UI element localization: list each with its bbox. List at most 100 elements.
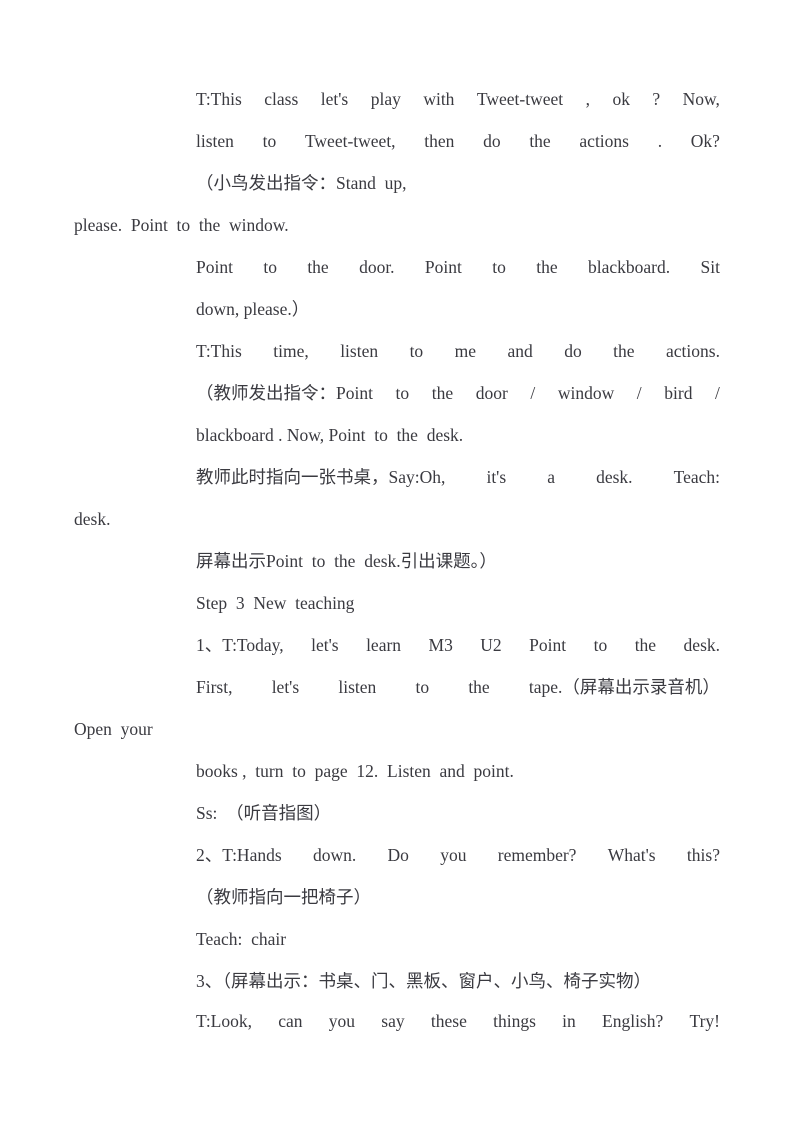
- text-word: you: [440, 845, 467, 865]
- text-word: window: [557, 383, 615, 403]
- text-line-indent: （小鸟发出指令：Stand up,: [196, 173, 407, 193]
- text-word: actions.: [666, 341, 720, 361]
- text-line-indent: （教师发出指令：Point to the door / window / bird /: [196, 372, 720, 414]
- text-word: ,: [585, 89, 590, 109]
- text-word: do: [564, 341, 582, 361]
- text-word: /: [715, 383, 720, 403]
- text-word: to: [492, 257, 506, 277]
- text-word: listen: [196, 131, 234, 151]
- text-word: T:This: [196, 89, 242, 109]
- text-word: /: [636, 383, 642, 403]
- text-line: Step 3 New teaching: [0, 582, 794, 624]
- text-line: T:This time, listen to me and do the actions.: [0, 330, 794, 372]
- text-word: the: [431, 383, 454, 403]
- text-word: English?: [602, 1011, 664, 1031]
- text-line: （教师发出指令：Point to the door / window / bird /: [0, 372, 794, 414]
- text-word: ok: [612, 89, 630, 109]
- text-line-outdent: desk.: [74, 509, 111, 529]
- text-word: you: [328, 1011, 356, 1031]
- text-word: bird: [664, 383, 693, 403]
- text-word: listen: [338, 677, 377, 697]
- text-word: to: [409, 341, 424, 361]
- text-word: let's: [320, 89, 349, 109]
- text-word: in: [562, 1011, 576, 1031]
- text-line: listen to Tweet-tweet, then do the actions. Ok?: [0, 120, 794, 162]
- text-line: （教师指向一把椅子）: [0, 876, 794, 918]
- text-line-indent: （教师指向一把椅子）: [196, 887, 371, 907]
- text-word: Try!: [689, 1011, 720, 1031]
- text-word: this?: [686, 845, 720, 865]
- text-line: desk.: [0, 498, 794, 540]
- text-word: to: [415, 677, 430, 697]
- text-line-outdent: Open your: [74, 719, 153, 739]
- text-word: things: [493, 1011, 536, 1031]
- text-word: Teach:: [673, 467, 720, 487]
- text-word: learn: [366, 635, 402, 655]
- text-word: tape.（屏幕出示录音机）: [528, 677, 720, 697]
- text-word: can: [278, 1011, 303, 1031]
- text-word: Point: [529, 635, 567, 655]
- text-word: a: [547, 467, 555, 487]
- text-line: （小鸟发出指令：Stand up,: [0, 162, 794, 204]
- text-word: to: [263, 257, 277, 277]
- text-line-indent: 屏幕出示Point to the desk.引出课题。）: [196, 551, 497, 571]
- text-line-indent: Teach: chair: [196, 929, 287, 949]
- text-line: T:This class let's play with Tweet-tweet, ok? N…: [0, 78, 794, 120]
- text-line: down, please.）: [0, 288, 794, 330]
- text-line-indent: T:Look, can you say these things in English? Try…: [196, 1000, 720, 1042]
- text-word: Do: [387, 845, 409, 865]
- text-word: to: [262, 131, 277, 151]
- text-word: T:Look,: [196, 1011, 252, 1031]
- text-word: let's: [311, 635, 339, 655]
- text-line-indent: listen to Tweet-tweet, then do the actions. Ok?: [196, 120, 720, 162]
- text-word: First,: [196, 677, 233, 697]
- text-word: desk.: [683, 635, 720, 655]
- text-line-indent: 3、（屏幕出示：书桌、门、黑板、窗户、小鸟、椅子实物）: [196, 971, 651, 991]
- text-line: 2、T:Hands down. Do you remember? What's this?: [0, 834, 794, 876]
- text-line-indent: 1、T:Today, let's learn M3 U2 Point to the desk.: [196, 624, 720, 666]
- text-word: class: [264, 89, 299, 109]
- text-word: and: [507, 341, 533, 361]
- text-word: T:This: [196, 341, 242, 361]
- text-word: the: [307, 257, 329, 277]
- text-word: then: [424, 131, 455, 151]
- text-word: me: [454, 341, 477, 361]
- text-word: blackboard.: [587, 257, 671, 277]
- text-word: play: [370, 89, 401, 109]
- text-line: 屏幕出示Point to the desk.引出课题。）: [0, 540, 794, 582]
- text-word: say: [381, 1011, 405, 1031]
- text-line: 1、T:Today, let's learn M3 U2 Point to the desk.: [0, 624, 794, 666]
- text-line: First, let's listen to the tape.（屏幕出示录音机）: [0, 666, 794, 708]
- text-word: 1、T:Today,: [196, 635, 284, 655]
- text-line-indent: blackboard . Now, Point to the desk.: [196, 425, 464, 445]
- text-line-indent: First, let's listen to the tape.（屏幕出示录音机）: [196, 666, 720, 708]
- text-word: the: [613, 341, 635, 361]
- text-line: T:Look, can you say these things in English? Try…: [0, 1000, 794, 1042]
- text-word: desk.: [596, 467, 633, 487]
- text-line-indent: down, please.）: [196, 299, 310, 319]
- text-line-indent: T:This class let's play with Tweet-tweet, ok? N…: [196, 78, 720, 120]
- text-word: Tweet-tweet,: [304, 131, 396, 151]
- text-word: time,: [273, 341, 309, 361]
- text-word: let's: [271, 677, 300, 697]
- text-line-indent: T:This time, listen to me and do the actions.: [196, 330, 720, 372]
- text-word: do: [483, 131, 501, 151]
- text-word: Sit: [700, 257, 720, 277]
- text-line: Point to the door. Point to the blackboard. Sit: [0, 246, 794, 288]
- text-word: listen: [340, 341, 379, 361]
- text-word: the: [634, 635, 657, 655]
- text-word: actions: [579, 131, 629, 151]
- text-word: 教师此时指向一张书桌，Say:Oh,: [196, 467, 446, 487]
- text-word: Point: [424, 257, 462, 277]
- text-line-indent: 教师此时指向一张书桌，Say:Oh, it's a desk. Teach:: [196, 456, 720, 498]
- text-word: ?: [652, 89, 661, 109]
- text-word: Tweet-tweet: [476, 89, 564, 109]
- text-line-outdent: please. Point to the window.: [74, 215, 289, 235]
- text-line: Open your: [0, 708, 794, 750]
- text-word: /: [530, 383, 536, 403]
- text-word: down.: [312, 845, 357, 865]
- text-word: with: [423, 89, 455, 109]
- text-word: Now,: [682, 89, 720, 109]
- text-line-indent: Step 3 New teaching: [196, 593, 355, 613]
- text-word: What's: [607, 845, 656, 865]
